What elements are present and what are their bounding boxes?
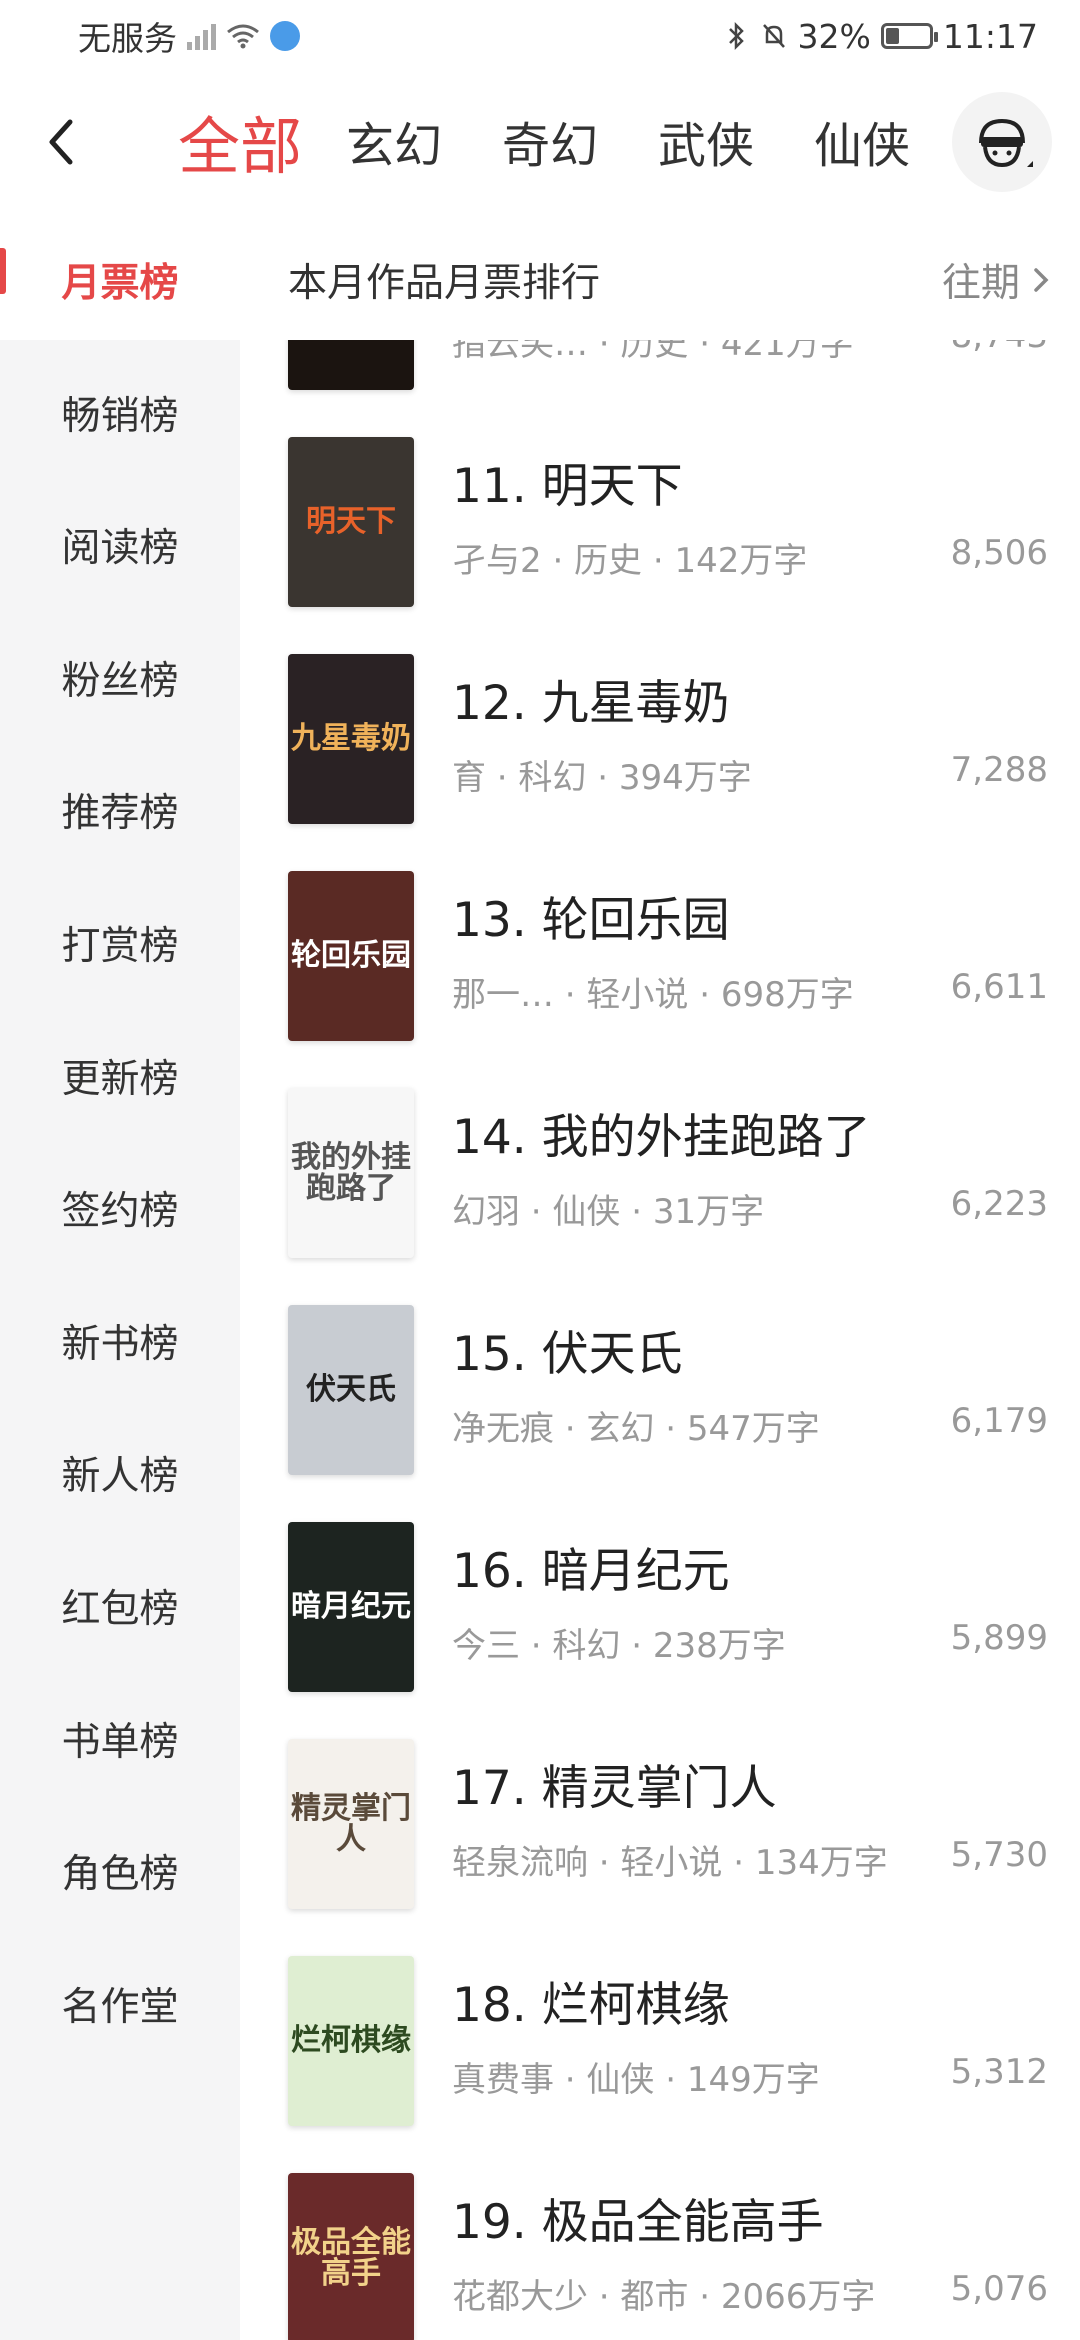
book-meta: 育 · 科幻 · 394万字	[452, 758, 752, 798]
book-cover-text: 烂柯棋缘	[291, 2023, 411, 2059]
user-avatar-icon	[979, 118, 1033, 168]
tab-wuxia[interactable]: 武侠	[658, 106, 754, 176]
book-cover-text: 精灵掌门人	[291, 1790, 411, 1857]
book-meta: 花都大少 · 都市 · 2066万字	[452, 2277, 876, 2317]
sidebar-item[interactable]: 推荐榜	[0, 750, 240, 870]
sidebar-item[interactable]: 粉丝榜	[0, 618, 240, 738]
monthly-votes: 7,288	[950, 750, 1048, 790]
sidebar-item[interactable]: 新书榜	[0, 1281, 240, 1401]
book-title: 12. 九星毒奶	[452, 676, 730, 731]
ranking-title: 本月作品月票排行	[288, 261, 601, 306]
chevron-right-icon	[1034, 268, 1049, 292]
book-meta: 幻羽 · 仙侠 · 31万字	[452, 1192, 765, 1232]
book-title: 14. 我的外挂跑路了	[452, 1110, 871, 1165]
book-list: 东晋北府一丘八 指云笑… · 历史 · 421万字 8,743 明天下 11. 明天下孑…	[240, 340, 1080, 2340]
signal-icon	[187, 22, 216, 50]
monthly-votes: 6,179	[950, 1401, 1048, 1441]
book-row[interactable]: 我的外挂跑路了 14. 我的外挂跑路了幻羽 · 仙侠 · 31万字 6,223	[240, 1068, 1080, 1284]
book-cover-text: 暗月纪元	[291, 1589, 411, 1625]
past-periods-label: 往期	[941, 261, 1020, 306]
mute-icon	[762, 24, 785, 48]
book-meta: 净无痕 · 玄幻 · 547万字	[452, 1409, 820, 1449]
monthly-votes: 5,312	[950, 2052, 1048, 2092]
book-meta: 那一… · 轻小说 · 698万字	[452, 975, 854, 1015]
book-row[interactable]: 极品全能高手 19. 极品全能高手花都大少 · 都市 · 2066万字 5,076	[240, 2153, 1080, 2340]
book-cover-text: 极品全能高手	[291, 2224, 411, 2291]
sidebar-item[interactable]: 书单榜	[0, 1679, 240, 1799]
tab-xianxia[interactable]: 仙侠	[814, 106, 910, 176]
book-meta: 真费事 · 仙侠 · 149万字	[452, 2060, 820, 2100]
book-cover-text: 明天下	[306, 504, 396, 540]
sidebar-item[interactable]: 角色榜	[0, 1811, 240, 1931]
book-cover-text: 伏天氏	[306, 1372, 396, 1408]
status-bar: 无服务 32% 11:17	[0, 0, 1080, 72]
monthly-votes: 5,076	[950, 2269, 1048, 2309]
carrier-label: 无服务	[78, 19, 177, 58]
book-title: 18. 烂柯棋缘	[452, 1978, 730, 2033]
book-row[interactable]: 伏天氏 15. 伏天氏净无痕 · 玄幻 · 547万字 6,179	[240, 1285, 1080, 1501]
book-cover-text: 九星毒奶	[291, 721, 411, 757]
app-notification-icon	[270, 21, 300, 51]
book-row[interactable]: 精灵掌门人 17. 精灵掌门人轻泉流响 · 轻小说 · 134万字 5,730	[240, 1719, 1080, 1935]
sidebar-item[interactable]: 新人榜	[0, 1413, 240, 1533]
bluetooth-icon	[728, 21, 744, 51]
sidebar-item[interactable]: 月票榜	[0, 220, 240, 340]
book-cover[interactable]: 明天下	[288, 437, 414, 607]
book-row[interactable]: 东晋北府一丘八 指云笑… · 历史 · 421万字 8,743	[240, 340, 1080, 416]
book-cover[interactable]: 暗月纪元	[288, 1522, 414, 1692]
user-avatar-button[interactable]	[952, 92, 1052, 192]
battery-icon	[880, 23, 938, 49]
book-cover[interactable]: 东晋北府一丘八	[288, 340, 414, 390]
past-periods-link[interactable]: 往期	[942, 252, 1052, 308]
book-row[interactable]: 九星毒奶 12. 九星毒奶育 · 科幻 · 394万字 7,288	[240, 634, 1080, 850]
tab-xuanhuan[interactable]: 玄幻	[346, 106, 442, 176]
sidebar-item[interactable]: 签约榜	[0, 1148, 240, 1268]
wifi-icon	[227, 24, 259, 49]
clock: 11:17	[942, 16, 1038, 56]
book-row[interactable]: 烂柯棋缘 18. 烂柯棋缘真费事 · 仙侠 · 149万字 5,312	[240, 1936, 1080, 2152]
book-title: 13. 轮回乐园	[452, 893, 730, 948]
tab-qihuan[interactable]: 奇幻	[502, 106, 598, 176]
chevron-left-icon[interactable]	[38, 112, 88, 172]
book-cover[interactable]: 极品全能高手	[288, 2173, 414, 2340]
tab-all[interactable]: 全部	[178, 96, 302, 186]
book-title: 16. 暗月纪元	[452, 1544, 730, 1599]
sidebar-item[interactable]: 红包榜	[0, 1546, 240, 1666]
sidebar-item[interactable]: 更新榜	[0, 1016, 240, 1136]
book-cover-text: 轮回乐园	[291, 938, 411, 974]
battery-percent: 32%	[797, 16, 871, 56]
monthly-votes: 5,730	[950, 1835, 1048, 1875]
sidebar-item[interactable]: 名作堂	[0, 1944, 240, 2064]
book-row[interactable]: 暗月纪元 16. 暗月纪元今三 · 科幻 · 238万字 5,899	[240, 1502, 1080, 1718]
book-cover[interactable]: 烂柯棋缘	[288, 1956, 414, 2126]
sidebar-item[interactable]: 畅销榜	[0, 353, 240, 473]
book-title: 19. 极品全能高手	[452, 2195, 824, 2250]
book-title: 11. 明天下	[452, 459, 683, 514]
book-cover[interactable]: 我的外挂跑路了	[288, 1088, 414, 1258]
book-meta: 孑与2 · 历史 · 142万字	[452, 541, 808, 581]
monthly-votes: 5,899	[950, 1618, 1048, 1658]
monthly-votes: 8,743	[951, 340, 1048, 356]
book-cover-text: 我的外挂跑路了	[291, 1139, 411, 1206]
book-cover[interactable]: 轮回乐园	[288, 871, 414, 1041]
book-row[interactable]: 轮回乐园 13. 轮回乐园那一… · 轻小说 · 698万字 6,611	[240, 851, 1080, 1067]
book-cover[interactable]: 精灵掌门人	[288, 1739, 414, 1909]
monthly-votes: 6,611	[950, 967, 1048, 1007]
monthly-votes: 8,506	[950, 533, 1048, 573]
book-title: 15. 伏天氏	[452, 1327, 683, 1382]
ranking-sidebar: 月票榜畅销榜 阅读榜粉丝榜 推荐榜打赏榜更新榜 签约榜新书榜 新人榜红包榜书单榜 角色榜名…	[0, 220, 240, 2340]
ranking-header: 本月作品月票排行 往期	[240, 220, 1080, 340]
book-meta: 轻泉流响 · 轻小说 · 134万字	[452, 1843, 888, 1883]
book-meta: 今三 · 科幻 · 238万字	[452, 1626, 786, 1666]
book-row[interactable]: 明天下 11. 明天下孑与2 · 历史 · 142万字 8,506	[240, 417, 1080, 633]
sidebar-item[interactable]: 打赏榜	[0, 883, 240, 1003]
category-nav: 全部 玄幻 奇幻 武侠 仙侠	[0, 92, 1080, 192]
book-cover[interactable]: 九星毒奶	[288, 654, 414, 824]
book-title: 17. 精灵掌门人	[452, 1761, 777, 1816]
book-cover[interactable]: 伏天氏	[288, 1305, 414, 1475]
book-meta: 指云笑… · 历史 · 421万字	[452, 340, 854, 364]
monthly-votes: 6,223	[950, 1184, 1048, 1224]
sidebar-item[interactable]: 阅读榜	[0, 485, 240, 605]
